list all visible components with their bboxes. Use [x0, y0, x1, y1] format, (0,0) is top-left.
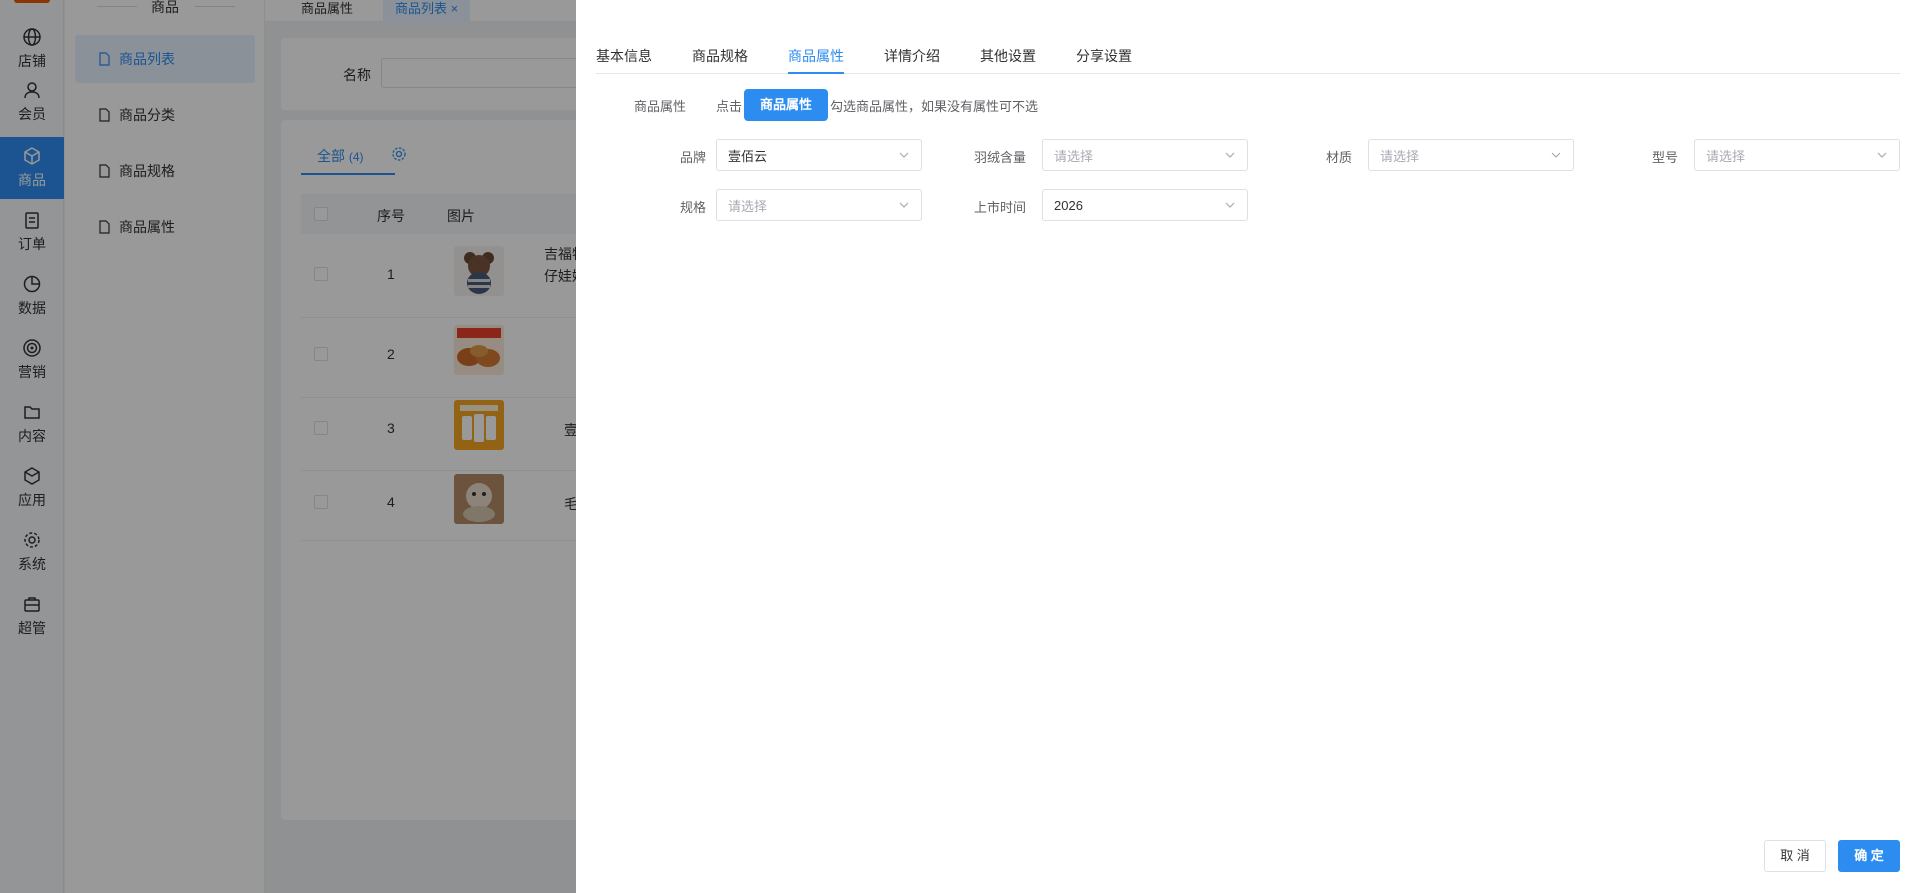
chevron-down-icon [1877, 152, 1887, 158]
chevron-down-icon [1551, 152, 1561, 158]
chevron-down-icon [899, 202, 909, 208]
attr-label: 商品属性 [633, 99, 686, 114]
goods-attr-button[interactable]: 商品属性 [744, 89, 829, 121]
brand-select[interactable]: 壹佰云 [716, 139, 922, 171]
attr-hint-suffix: 勾选商品属性，如果没有属性可不选 [830, 98, 1039, 114]
drawer-overlay-mask[interactable] [0, 0, 576, 893]
confirm-button[interactable]: 确 定 [1838, 840, 1900, 872]
spec-placeholder: 请选择 [728, 198, 768, 214]
edit-goods-drawer: 基本信息 商品规格 商品属性 详情介绍 其他设置 分享设置 商品属性 点击 商品… [576, 0, 1919, 893]
down-content-label: 羽绒含量 [973, 150, 1026, 165]
tab-detail[interactable]: 详情介绍 [884, 46, 940, 74]
chevron-down-icon [899, 152, 909, 158]
tab-goods-attr[interactable]: 商品属性 [788, 46, 844, 74]
model-placeholder: 请选择 [1706, 148, 1746, 164]
attr-hint: 点击 商品属性 勾选商品属性，如果没有属性可不选 [716, 89, 1038, 121]
drawer-tabs: 基本信息 商品规格 商品属性 详情介绍 其他设置 分享设置 [596, 42, 1900, 74]
material-placeholder: 请选择 [1380, 148, 1420, 164]
tab-share-settings[interactable]: 分享设置 [1076, 46, 1132, 74]
brand-value: 壹佰云 [728, 148, 768, 164]
down-content-select[interactable]: 请选择 [1042, 139, 1248, 171]
attr-hint-prefix: 点击 [716, 98, 743, 114]
spec-select[interactable]: 请选择 [716, 189, 922, 221]
spec-label: 规格 [679, 200, 706, 215]
brand-label: 品牌 [679, 150, 706, 165]
tab-other-settings[interactable]: 其他设置 [980, 46, 1036, 74]
launch-date-value: 2026 [1054, 197, 1083, 213]
chevron-down-icon [1225, 152, 1235, 158]
cancel-button[interactable]: 取 消 [1764, 840, 1826, 872]
down-content-placeholder: 请选择 [1054, 148, 1094, 164]
tab-basic-info[interactable]: 基本信息 [596, 46, 652, 74]
tab-goods-spec[interactable]: 商品规格 [692, 46, 748, 74]
model-label: 型号 [1651, 150, 1678, 165]
launch-date-label: 上市时间 [973, 200, 1026, 215]
material-label: 材质 [1325, 150, 1352, 165]
material-select[interactable]: 请选择 [1368, 139, 1574, 171]
chevron-down-icon [1225, 202, 1235, 208]
launch-date-select[interactable]: 2026 [1042, 189, 1248, 221]
model-select[interactable]: 请选择 [1694, 139, 1900, 171]
